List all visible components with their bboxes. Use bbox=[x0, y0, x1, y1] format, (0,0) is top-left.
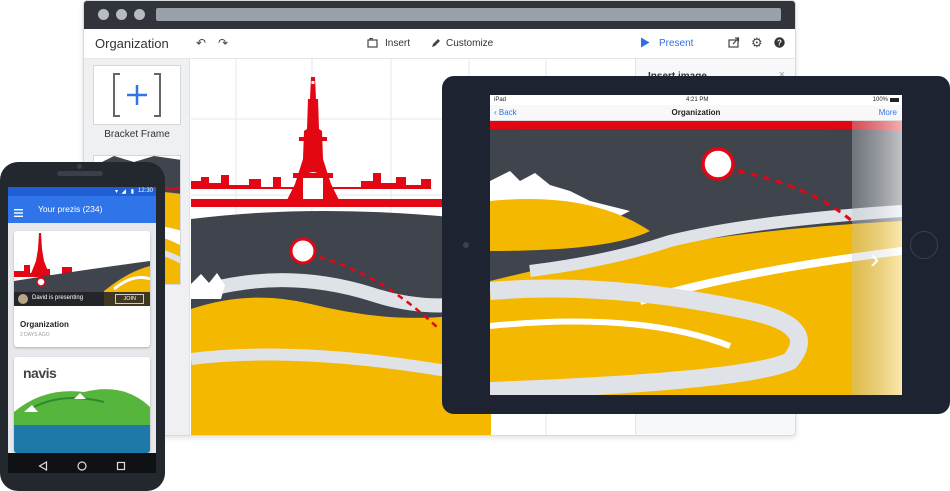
phone-nav-bar bbox=[8, 453, 156, 473]
share-icon[interactable] bbox=[728, 37, 740, 51]
insert-icon[interactable] bbox=[367, 37, 378, 51]
window-close-dot[interactable] bbox=[98, 9, 109, 20]
card-title: Organization bbox=[20, 320, 69, 329]
insert-button[interactable]: Insert bbox=[385, 38, 410, 49]
bracket-frame-thumbnail[interactable] bbox=[93, 65, 181, 125]
recents-nav-icon[interactable] bbox=[116, 458, 126, 476]
avatar bbox=[18, 294, 28, 304]
help-icon[interactable]: ? bbox=[774, 37, 785, 51]
wifi-icon: ▾ bbox=[114, 189, 118, 195]
battery-label: 100% bbox=[872, 97, 888, 103]
address-bar[interactable] bbox=[156, 8, 781, 21]
gear-icon[interactable]: ⚙ bbox=[751, 35, 763, 51]
present-play-icon[interactable] bbox=[640, 37, 650, 51]
status-time: 4:21 PM bbox=[686, 97, 709, 103]
phone-app-title: Your prezis (234) bbox=[38, 204, 103, 214]
phone-camera bbox=[77, 164, 82, 169]
hamburger-icon[interactable] bbox=[14, 204, 23, 222]
presenting-banner: David is presenting JOIN bbox=[14, 292, 150, 306]
eiffel-tower bbox=[285, 77, 341, 204]
carrier-label: iPad bbox=[494, 97, 507, 103]
devices-showcase: Organization ↶ ↷ Insert Customize Presen… bbox=[0, 0, 950, 491]
phone-app-bar: Your prezis (234) bbox=[8, 196, 156, 223]
phone-screen: 12:30 ▮ ◢ ▾ Your prezis (234) David is p… bbox=[8, 187, 156, 453]
battery-icon: ▮ bbox=[130, 189, 134, 195]
document-title[interactable]: Organization bbox=[95, 36, 169, 51]
prezi-card-organization[interactable]: David is presenting JOIN Organization 2 … bbox=[14, 231, 150, 347]
presenter-text: David is presenting bbox=[32, 295, 84, 301]
phone-speaker bbox=[57, 171, 103, 176]
tablet-title: Organization bbox=[671, 108, 721, 117]
phone-device: 12:30 ▮ ◢ ▾ Your prezis (234) David is p… bbox=[0, 162, 165, 491]
undo-icon[interactable]: ↶ bbox=[196, 36, 206, 50]
navis-logo: navis bbox=[23, 365, 57, 381]
chevron-right-icon[interactable]: › bbox=[870, 245, 879, 273]
more-button[interactable]: More bbox=[879, 108, 897, 117]
svg-text:?: ? bbox=[777, 38, 782, 47]
tablet-screen: iPad 4:21 PM 100% ‹ Back Organization Mo… bbox=[490, 95, 902, 395]
tablet-device: iPad 4:21 PM 100% ‹ Back Organization Mo… bbox=[442, 76, 950, 414]
customize-pen-icon[interactable] bbox=[431, 37, 441, 51]
signal-icon: ◢ bbox=[121, 189, 126, 195]
browser-chrome bbox=[84, 1, 795, 29]
bracket-frame-label: Bracket Frame bbox=[104, 129, 170, 140]
home-nav-icon[interactable] bbox=[77, 458, 87, 476]
tablet-camera bbox=[463, 242, 469, 248]
editor-toolbar: Organization ↶ ↷ Insert Customize Presen… bbox=[84, 29, 795, 59]
redo-icon[interactable]: ↷ bbox=[218, 36, 228, 50]
battery-icon bbox=[890, 98, 899, 102]
tablet-nav-bar: ‹ Back Organization More bbox=[490, 105, 902, 121]
card-subtitle: 2 DAYS AGO bbox=[20, 332, 50, 338]
window-minimize-dot[interactable] bbox=[116, 9, 127, 20]
customize-button[interactable]: Customize bbox=[446, 38, 493, 49]
tablet-artwork bbox=[490, 121, 902, 395]
tablet-home-button[interactable] bbox=[910, 231, 938, 259]
window-maximize-dot[interactable] bbox=[134, 9, 145, 20]
join-button[interactable]: JOIN bbox=[115, 294, 144, 304]
phone-status-bar: 12:30 ▮ ◢ ▾ bbox=[8, 187, 156, 196]
present-button[interactable]: Present bbox=[659, 38, 693, 49]
prezi-card-navis[interactable]: navis bbox=[14, 357, 150, 453]
tablet-status-bar: iPad 4:21 PM 100% bbox=[490, 95, 902, 105]
back-nav-icon[interactable] bbox=[38, 458, 48, 476]
phone-status-time: 12:30 bbox=[137, 188, 153, 194]
